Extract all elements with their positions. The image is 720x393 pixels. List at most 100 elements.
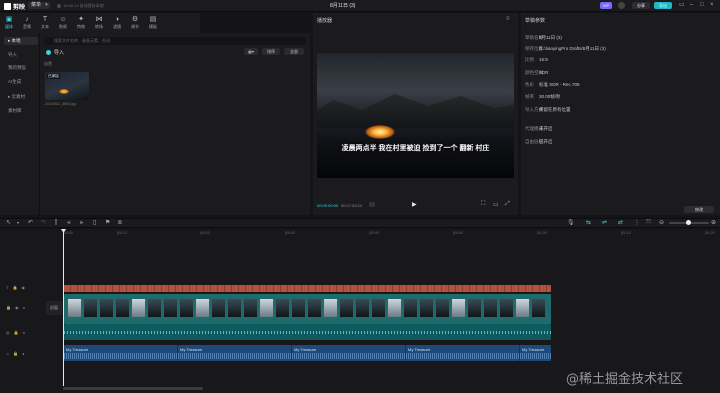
split-left-icon[interactable]: ⫷ <box>67 219 70 227</box>
avatar[interactable] <box>618 2 625 9</box>
app-name: 剪映 <box>13 5 26 11</box>
vip-badge[interactable]: VIP <box>600 2 612 9</box>
microphone-icon[interactable]: 🎙 <box>567 219 575 227</box>
ruler-tick: |00:30 <box>285 231 295 235</box>
jianying-logo-icon <box>4 3 11 10</box>
group-label: 自然 <box>44 61 52 66</box>
export-button[interactable]: 导出 <box>654 2 672 9</box>
prop-value: 30.00帧/秒 <box>539 94 561 99</box>
zoom-out-icon[interactable]: ⊖ <box>659 219 664 227</box>
video-frame-thumbnail <box>84 299 97 317</box>
speaker-icon[interactable]: ◂ <box>22 330 24 335</box>
redo-icon[interactable]: ↷ <box>41 219 46 227</box>
current-time: 00:00:00:00 <box>317 203 339 208</box>
view-toggle-icon[interactable]: ▦▾ <box>244 48 258 55</box>
zoom-slider-handle[interactable] <box>686 220 691 225</box>
video-frame-thumbnail <box>532 299 545 317</box>
video-frame-thumbnail <box>324 299 337 317</box>
sort-button[interactable]: 排序 <box>262 48 280 55</box>
tool-tabs: ▣ 媒体 ♪ 音频 T 文本 ☺ 贴纸 ✦ 特效 ⋈ 转场 ◑ 滤镜 ⚙ 调节 ▤ 模板 <box>0 13 200 33</box>
zoom-in-icon[interactable]: ⊕ <box>711 219 716 227</box>
layout-icon[interactable]: ▭ <box>679 2 685 9</box>
delete-icon[interactable]: ▯ <box>93 219 96 227</box>
speaker-icon[interactable]: ◂ <box>22 351 24 356</box>
link-icon[interactable]: ⇄ <box>618 219 623 227</box>
sidebar-item-cloud[interactable]: ▸ 云素材 <box>4 93 38 101</box>
sidebar-item-local[interactable]: ▸ 本地 <box>4 37 38 45</box>
video-frame-thumbnail <box>436 299 449 317</box>
menu-button[interactable]: 菜单 <box>28 2 45 9</box>
timecode-icon[interactable] <box>369 202 375 207</box>
video-clip[interactable] <box>64 294 551 324</box>
marker-icon[interactable]: ⚑ <box>105 219 110 227</box>
video-track-controls: 🔒 ◉ ◂ <box>6 305 25 310</box>
fullscreen-icon[interactable]: ⤢ <box>505 201 510 208</box>
music-clip-label: My Treasure <box>66 347 89 352</box>
magnet-icon[interactable]: ⇌ <box>602 219 607 227</box>
media-icon: ▣ <box>5 16 13 23</box>
lock-icon[interactable]: 🔒 <box>12 285 17 290</box>
crop-tool-icon[interactable]: ⧈ <box>118 219 122 227</box>
tab-audio[interactable]: ♪ 音频 <box>18 13 36 33</box>
tab-transition[interactable]: ⋈ 转场 <box>90 13 108 33</box>
undo-icon[interactable]: ↶ <box>28 219 33 227</box>
play-icon[interactable]: ▶ <box>412 201 417 208</box>
audio-clip[interactable] <box>64 324 551 340</box>
sidebar-item-import[interactable]: 导入 <box>4 51 38 59</box>
music-clip[interactable]: My Treasure My Treasure My Treasure My T… <box>64 345 551 361</box>
timeline-ruler[interactable]: 00:00 |00:10 |00:20 |00:30 |00:40 |00:50… <box>62 229 720 237</box>
eye-icon[interactable]: ◉ <box>21 285 25 290</box>
tool-dropdown-icon[interactable]: ▾ <box>17 219 19 227</box>
audio-track-icon: ◍ <box>6 330 10 335</box>
lock-icon[interactable]: 🔒 <box>13 351 18 356</box>
select-tool-icon[interactable]: ↖ <box>6 219 11 227</box>
tab-media[interactable]: ▣ 媒体 <box>0 13 18 33</box>
app-window: 剪映 菜单 ▾ 12:50:13 自动保存本地 8月11日 (3) VIP 分享… <box>0 0 720 393</box>
filter-all-button[interactable]: 全部 <box>284 48 304 55</box>
video-preview[interactable]: 凌晨两点半 我在村里被迫 捡到了一个 翻新 村庄 <box>317 53 514 178</box>
video-frame-thumbnail <box>228 299 241 317</box>
video-frame-thumbnail <box>340 299 353 317</box>
sidebar-item-presets[interactable]: 我的预设 <box>4 64 38 72</box>
tab-template[interactable]: ▤ 模板 <box>144 13 162 33</box>
search-input[interactable]: 搜索文件名称、画面元素、台词 <box>44 37 306 45</box>
tab-text[interactable]: T 文本 <box>36 13 54 33</box>
project-title: 8月11日 (3) <box>330 3 356 9</box>
eye-icon[interactable]: ◉ <box>15 305 19 310</box>
text-clip-track[interactable] <box>64 285 551 292</box>
speaker-icon[interactable]: ◂ <box>22 305 24 310</box>
modify-button[interactable]: 修改 <box>684 206 714 213</box>
split-icon[interactable]: ⫿ <box>55 219 57 227</box>
prop-value: SDR <box>539 70 549 75</box>
crop-icon[interactable]: ⛶ <box>481 201 485 208</box>
link-main-track-icon[interactable]: ⇆ <box>586 219 591 227</box>
tab-sticker[interactable]: ☺ 贴纸 <box>54 13 72 33</box>
import-button[interactable]: 导入 <box>46 49 64 56</box>
share-button[interactable]: 分享 <box>632 2 650 9</box>
lock-icon[interactable]: 🔒 <box>14 330 19 335</box>
maximize-icon[interactable]: □ <box>700 2 704 9</box>
sidebar-item-library[interactable]: 素材库 <box>4 107 38 115</box>
video-frame-thumbnail <box>452 299 465 317</box>
tab-effects[interactable]: ✦ 特效 <box>72 13 90 33</box>
tab-filter[interactable]: ◑ 滤镜 <box>108 13 126 33</box>
prop-value: 16:9 <box>539 57 548 62</box>
media-thumbnail[interactable]: 已添加 <box>45 72 89 100</box>
ratio-icon[interactable]: ▭ <box>493 201 499 208</box>
autosave-icon <box>57 4 61 8</box>
playhead[interactable] <box>63 231 64 386</box>
tab-adjust[interactable]: ⚙ 调节 <box>126 13 144 33</box>
fit-icon[interactable]: ⤧ <box>646 219 651 227</box>
sidebar-item-ai[interactable]: AI生成 <box>4 78 38 86</box>
lock-icon[interactable]: 🔒 <box>6 305 11 310</box>
minimize-icon[interactable]: – <box>690 2 693 9</box>
close-icon[interactable]: × <box>710 2 714 9</box>
preview-axis-icon[interactable]: ⋮ <box>634 219 640 227</box>
cover-button[interactable]: 封面 <box>46 301 62 315</box>
menu-caret-icon[interactable]: ▾ <box>43 2 50 9</box>
music-track-icon: ♫ <box>6 351 9 356</box>
timeline-scrollbar[interactable] <box>63 387 203 390</box>
prop-value: 标准 SDR - Rec.709 <box>539 82 580 87</box>
split-right-icon[interactable]: ⫸ <box>80 219 83 227</box>
more-icon[interactable]: ≡ <box>506 16 510 22</box>
